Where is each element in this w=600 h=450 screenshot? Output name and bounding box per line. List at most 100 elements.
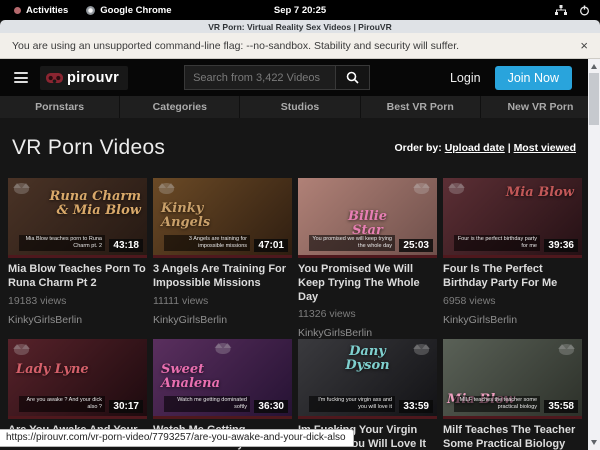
video-title[interactable]: Four Is The Perfect Birthday Party For M… (443, 263, 582, 291)
duration-badge: 47:01 (254, 239, 288, 252)
power-icon[interactable] (579, 5, 590, 16)
search-bar (184, 65, 370, 90)
video-views: 19183 views (8, 295, 147, 307)
duration-badge: 30:17 (109, 400, 143, 413)
thumbnail-overlay-title: Kinky Angels (161, 202, 256, 230)
thumbnail-caption: Are you awake ? And your dick also ? (19, 396, 105, 412)
app-menu-label: Google Chrome (100, 5, 171, 16)
video-thumbnail[interactable]: Dany Dyson I'm fucking your virgin ass a… (298, 339, 437, 419)
thumbnail-overlay-title: Runa Charm & Mia Blow (46, 190, 141, 218)
studio-watermark-icon (414, 183, 429, 194)
thumbnail-caption: Watch me getting dominated softly (164, 396, 250, 412)
studio-link[interactable]: KinkyGirlsBerlin (8, 314, 147, 326)
network-icon[interactable] (555, 5, 567, 15)
site-header: pirouvr Login Join Now (0, 59, 600, 96)
duration-badge: 39:36 (544, 239, 578, 252)
thumbnail-caption: 3 Angels are training for impossible mis… (164, 235, 250, 251)
duration-badge: 36:30 (254, 400, 288, 413)
nav-item-studios[interactable]: Studios (239, 96, 359, 118)
status-url-bubble: https://pirouvr.com/vr-porn-video/779325… (0, 429, 354, 447)
thumbnail-overlay-title: Lady Lyne (16, 363, 89, 377)
video-card[interactable]: Mia Blow Four is the perfect birthday pa… (443, 178, 582, 339)
video-title[interactable]: 3 Angels Are Training For Impossible Mis… (153, 263, 292, 291)
scroll-down-icon[interactable] (591, 440, 597, 445)
video-card[interactable]: Billie Star You promised we will keep tr… (298, 178, 437, 339)
search-input[interactable] (184, 65, 336, 90)
order-separator: | (505, 142, 514, 154)
order-most-viewed-link[interactable]: Most viewed (514, 142, 576, 154)
duration-badge: 25:03 (399, 239, 433, 252)
app-menu-button[interactable]: Google Chrome (86, 5, 171, 16)
thumbnail-overlay-title: Mia Blow (506, 186, 574, 200)
search-icon (346, 71, 359, 84)
nav-item-pornstars[interactable]: Pornstars (0, 96, 119, 118)
thumbnail-caption: I'm fucking your virgin ass and you will… (309, 396, 395, 412)
studio-link[interactable]: KinkyGirlsBerlin (298, 327, 437, 339)
scroll-up-icon[interactable] (591, 64, 597, 69)
vr-headset-icon (46, 73, 63, 83)
thumbnail-caption: Four is the perfect birthday party for m… (454, 235, 540, 251)
video-thumbnail[interactable]: Sweet Analena Watch me getting dominated… (153, 339, 292, 419)
thumbnail-overlay-title: Dany Dyson (333, 345, 403, 373)
video-thumbnail[interactable]: Billie Star You promised we will keep tr… (298, 178, 437, 258)
scrollbar-thumb[interactable] (589, 73, 599, 125)
studio-watermark-icon (414, 344, 429, 355)
page-title: VR Porn Videos (12, 136, 165, 160)
clock[interactable]: Sep 7 20:25 (274, 5, 326, 16)
video-thumbnail[interactable]: Runa Charm & Mia Blow Mia Blow teaches p… (8, 178, 147, 258)
video-card[interactable]: Runa Charm & Mia Blow Mia Blow teaches p… (8, 178, 147, 339)
system-top-bar: Activities Google Chrome Sep 7 20:25 (0, 0, 600, 20)
video-thumbnail[interactable]: Mia Blow MILF teaches the teacher some p… (443, 339, 582, 419)
video-card[interactable]: Mia Blow MILF teaches the teacher some p… (443, 339, 582, 450)
logo-text: pirouvr (67, 70, 119, 86)
studio-watermark-icon (14, 183, 29, 194)
nav-item-best-vr[interactable]: Best VR Porn (360, 96, 480, 118)
nav-item-new-vr[interactable]: New VR Porn (480, 96, 600, 118)
video-thumbnail[interactable]: Kinky Angels 3 Angels are training for i… (153, 178, 292, 258)
studio-link[interactable]: KinkyGirlsBerlin (443, 314, 582, 326)
studio-watermark-icon (14, 344, 29, 355)
login-link[interactable]: Login (450, 71, 481, 85)
studio-link[interactable]: KinkyGirlsBerlin (153, 314, 292, 326)
duration-badge: 33:59 (399, 400, 433, 413)
chrome-icon (86, 6, 95, 15)
duration-badge: 43:18 (109, 239, 143, 252)
studio-watermark-icon (159, 183, 174, 194)
video-grid: Runa Charm & Mia Blow Mia Blow teaches p… (0, 178, 600, 450)
main-nav: Pornstars Categories Studios Best VR Por… (0, 96, 600, 118)
thumbnail-caption: You promised we will keep trying the who… (309, 235, 395, 251)
video-title[interactable]: Mia Blow Teaches Porn To Runa Charm Pt 2 (8, 263, 147, 291)
video-thumbnail[interactable]: Lady Lyne Are you awake ? And your dick … (8, 339, 147, 419)
video-title[interactable]: Milf Teaches The Teacher Some Practical … (443, 424, 582, 450)
join-now-button[interactable]: Join Now (495, 66, 572, 90)
video-thumbnail[interactable]: Mia Blow Four is the perfect birthday pa… (443, 178, 582, 258)
video-card[interactable]: Kinky Angels 3 Angels are training for i… (153, 178, 292, 339)
activities-label: Activities (26, 5, 68, 16)
browser-tab-title[interactable]: VR Porn: Virtual Reality Sex Videos | Pi… (0, 20, 600, 33)
studio-watermark-icon (559, 344, 574, 355)
thumbnail-caption: Mia Blow teaches porn to Runa Charm pt. … (19, 235, 105, 251)
studio-watermark-icon (215, 343, 230, 354)
activities-indicator-icon (14, 7, 21, 14)
video-views: 11326 views (298, 308, 437, 320)
page-header: VR Porn Videos Order by: Upload date | M… (0, 118, 600, 178)
activities-button[interactable]: Activities (14, 5, 68, 16)
duration-badge: 35:58 (544, 400, 578, 413)
infobar-close-icon[interactable]: × (580, 39, 588, 52)
site-logo[interactable]: pirouvr (40, 66, 128, 90)
thumbnail-caption: MILF teaches the teacher some practical … (454, 396, 540, 412)
nav-item-categories[interactable]: Categories (119, 96, 239, 118)
infobar-message: You are using an unsupported command-lin… (12, 40, 459, 52)
order-by-label: Order by: (395, 142, 442, 154)
hamburger-menu-icon[interactable] (14, 72, 28, 83)
video-views: 11111 views (153, 295, 292, 307)
order-upload-date-link[interactable]: Upload date (445, 142, 505, 154)
studio-watermark-icon (449, 183, 464, 194)
thumbnail-overlay-title: Sweet Analena (161, 363, 256, 391)
search-button[interactable] (336, 65, 370, 90)
video-title[interactable]: You Promised We Will Keep Trying The Who… (298, 263, 437, 304)
order-by: Order by: Upload date | Most viewed (395, 142, 577, 154)
chrome-infobar: You are using an unsupported command-lin… (0, 33, 600, 59)
video-views: 6958 views (443, 295, 582, 307)
scrollbar[interactable] (588, 59, 600, 450)
